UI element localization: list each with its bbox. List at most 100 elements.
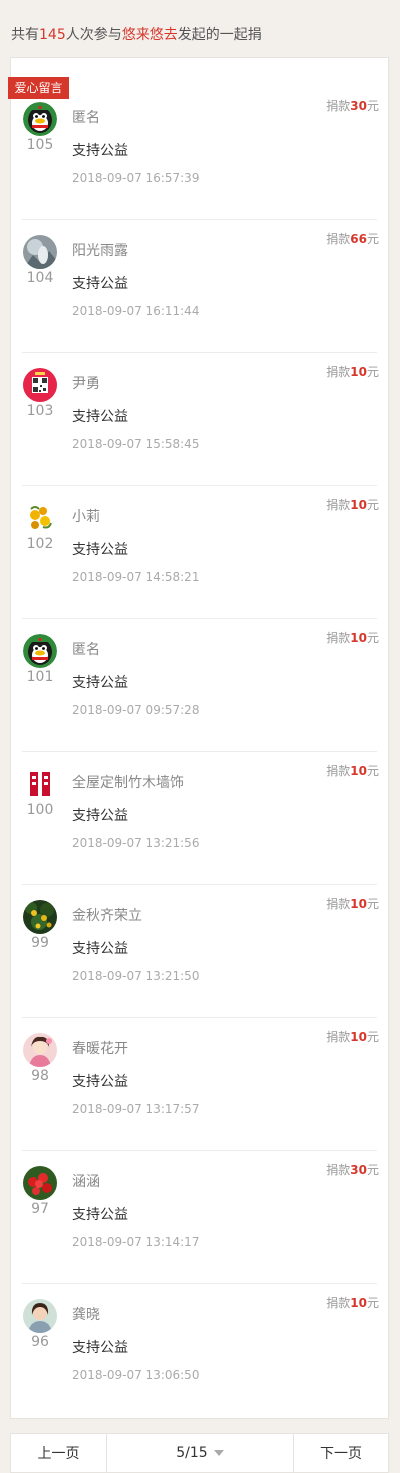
amount-unit: 元 (366, 99, 379, 113)
donation-amount: 捐款10元 (326, 895, 379, 912)
donation-item: 104 阳光雨露支持公益 2018-09-07 16:11:44 捐款66元 (10, 220, 389, 353)
amount-unit: 元 (366, 897, 379, 911)
pagination-bar: 上一页 5/15 下一页 (10, 1433, 389, 1473)
amount-unit: 元 (366, 1163, 379, 1177)
page-indicator: 5/15 (176, 1445, 208, 1461)
amount-value: 10 (350, 1030, 367, 1044)
amount-prefix: 捐款 (326, 99, 351, 113)
avatar (23, 634, 57, 668)
donation-time: 2018-09-07 13:14:17 (72, 1235, 200, 1249)
avatar (23, 1166, 57, 1200)
portrait-avatar (23, 1299, 57, 1333)
donation-item: 105 匿名支持公益 2018-09-07 16:57:39 捐款30元 (10, 87, 389, 220)
donation-amount: 捐款10元 (326, 629, 379, 646)
donor-name: 匿名 (72, 642, 100, 658)
donation-item: 97 涵涵 支持公益 2018-09-07 13:14:17 捐款30元 (10, 1151, 389, 1284)
logo-avatar (23, 767, 57, 801)
donation-item: 100 全屋定制竹木墙饰 支持公益 2018-09-07 13:21:56 捐款10元 (10, 752, 389, 885)
donation-rank: 98 (31, 1068, 49, 1084)
initiator-link[interactable]: 悠来悠去 (122, 27, 178, 43)
red-flowers-avatar (23, 1166, 57, 1200)
donation-item: 103 尹勇 支持公益 2018-09-07 15:58:45 捐款10元 (10, 353, 389, 486)
donation-rank: 104 (26, 270, 54, 286)
donor-name: 春暖花开 (72, 1041, 128, 1057)
donation-time: 2018-09-07 13:06:50 (72, 1368, 200, 1382)
donation-time: 2018-09-07 16:11:44 (72, 304, 200, 318)
fruit-tree-avatar (23, 900, 57, 934)
donor-name: 阳光雨露 (72, 243, 128, 259)
amount-prefix: 捐款 (326, 365, 351, 379)
donor-name: 匿名 (72, 110, 100, 126)
donation-rank: 105 (26, 137, 54, 153)
amount-prefix: 捐款 (326, 764, 351, 778)
donation-item: 101 匿名 支持公益 2018-09-07 09:57:28 捐款10元 (10, 619, 389, 752)
amount-value: 30 (350, 1163, 367, 1177)
avatar (23, 767, 57, 801)
love-message-tag: 爱心留言 (8, 77, 69, 99)
avatar (23, 235, 57, 269)
amount-value: 10 (350, 365, 367, 379)
donation-amount: 捐款10元 (326, 762, 379, 779)
donation-rank: 102 (26, 536, 54, 552)
summary-middle: 人次参与 (65, 27, 122, 43)
amount-prefix: 捐款 (326, 631, 351, 645)
donation-time: 2018-09-07 14:58:21 (72, 570, 200, 584)
next-page-label: 下一页 (320, 1446, 362, 1462)
avatar (23, 900, 57, 934)
donation-amount: 捐款10元 (326, 496, 379, 513)
donation-amount: 捐款66元 (326, 230, 379, 247)
prev-page-button[interactable]: 上一页 (11, 1434, 107, 1472)
avatar (23, 368, 57, 402)
summary-suffix: 发起的一起捐 (177, 27, 262, 43)
donation-message: 支持公益 (72, 276, 128, 292)
next-page-button[interactable]: 下一页 (294, 1434, 388, 1472)
amount-prefix: 捐款 (326, 1163, 351, 1177)
donation-item: 99 金秋齐荣立 支持公益 2018-09-07 13:21:50 捐款10元 (10, 885, 389, 1018)
donation-message: 支持公益 (72, 1074, 128, 1090)
donation-item: 96 龚晓 支持公益 2018-09-07 13:06:50 捐款10元 (10, 1284, 389, 1417)
amount-prefix: 捐款 (326, 897, 351, 911)
donation-amount: 捐款30元 (326, 97, 379, 114)
amount-prefix: 捐款 (326, 498, 351, 512)
amount-unit: 元 (366, 1030, 379, 1044)
photo-avatar (23, 235, 57, 269)
avatar (23, 1299, 57, 1333)
donation-time: 2018-09-07 16:57:39 (72, 171, 200, 185)
donation-rank: 96 (31, 1334, 49, 1350)
donor-name: 金秋齐荣立 (72, 908, 142, 924)
donation-amount: 捐款10元 (326, 1294, 379, 1311)
qr-avatar (23, 368, 57, 402)
donation-time: 2018-09-07 13:17:57 (72, 1102, 200, 1116)
amount-unit: 元 (366, 631, 379, 645)
amount-value: 10 (350, 897, 367, 911)
donation-item: 102 小莉支持公益 2018-09-07 14:58:21 捐款10元 (10, 486, 389, 619)
donation-message: 支持公益 (72, 409, 128, 425)
donation-message: 支持公益 (72, 143, 128, 159)
amount-prefix: 捐款 (326, 232, 351, 246)
amount-value: 10 (350, 631, 367, 645)
donation-message: 支持公益 (72, 941, 128, 957)
donation-time: 2018-09-07 15:58:45 (72, 437, 200, 451)
donor-name: 小莉 (72, 509, 100, 525)
amount-value: 66 (350, 232, 367, 246)
qq-penguin-icon (23, 102, 57, 136)
amount-value: 30 (350, 99, 367, 113)
summary-prefix: 共有 (11, 27, 39, 43)
chevron-down-icon (213, 1450, 224, 1456)
donation-rank: 100 (26, 802, 54, 818)
page-select[interactable]: 5/15 (107, 1434, 294, 1472)
donation-time: 2018-09-07 13:21:56 (72, 836, 200, 850)
donation-rank: 99 (31, 935, 49, 951)
amount-value: 10 (350, 498, 367, 512)
donor-name: 龚晓 (72, 1307, 100, 1323)
girl-avatar (23, 1033, 57, 1067)
donation-time: 2018-09-07 09:57:28 (72, 703, 200, 717)
avatar (23, 102, 57, 136)
donation-message: 支持公益 (72, 542, 128, 558)
qq-penguin-icon (23, 634, 57, 668)
amount-unit: 元 (366, 498, 379, 512)
amount-unit: 元 (366, 764, 379, 778)
donor-name: 涵涵 (72, 1174, 100, 1190)
donation-amount: 捐款30元 (326, 1161, 379, 1178)
donation-rank: 101 (26, 669, 54, 685)
